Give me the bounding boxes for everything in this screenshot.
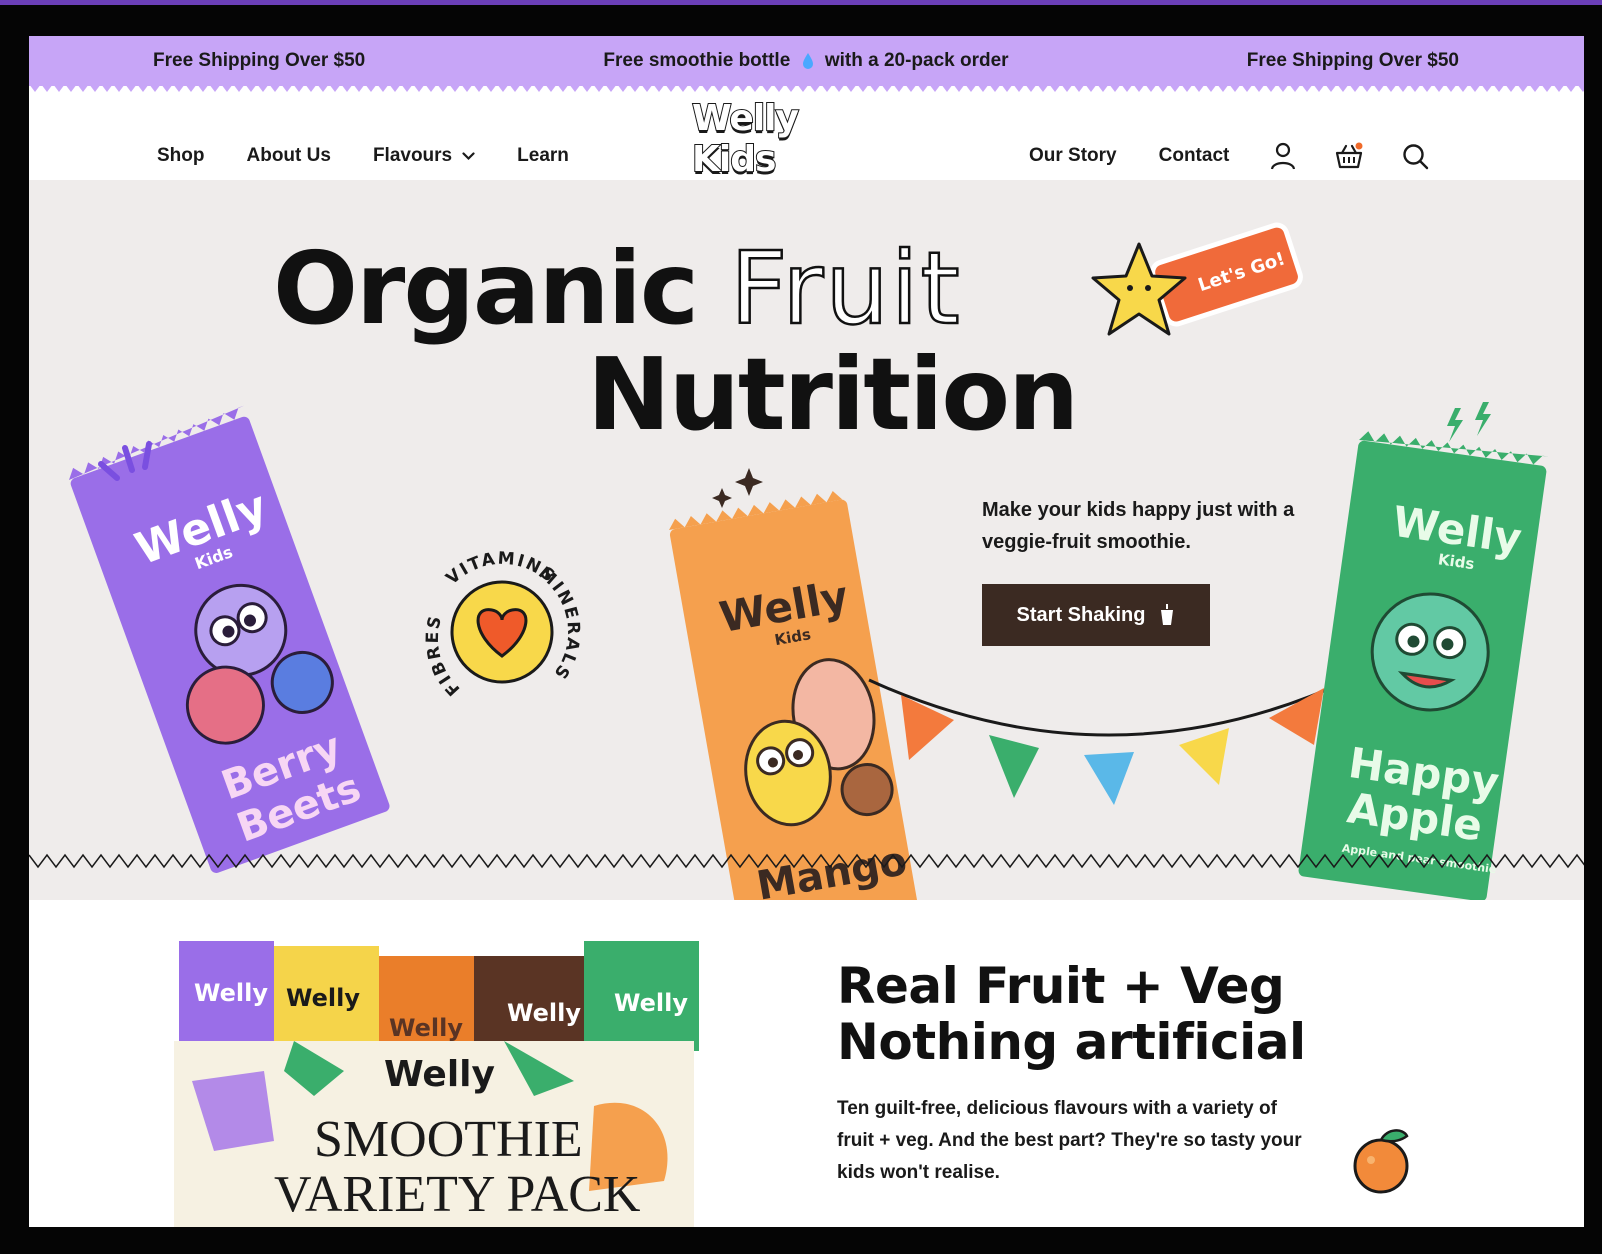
product-pack-mango: Welly Kids Mango (669, 490, 919, 900)
product-pack-happy-apple: Welly Kids Happy Apple Apple and pear sm… (1298, 431, 1549, 900)
nav-shop-label: Shop (157, 145, 205, 166)
sachet-label-2: Welly (286, 984, 360, 1012)
nav-about-label: About Us (246, 145, 331, 166)
account-button[interactable] (1270, 142, 1296, 170)
nav-learn-label: Learn (517, 145, 569, 166)
nav-our-story-label: Our Story (1029, 145, 1117, 166)
lightning-icons (1447, 402, 1491, 442)
section-copy: Ten guilt-free, delicious flavours with … (837, 1098, 1302, 1183)
sachet-label-3: Welly (389, 1014, 463, 1042)
pack-brand: Welly (384, 1054, 495, 1095)
cart-button[interactable] (1334, 142, 1364, 170)
sachet-label-5: Welly (614, 989, 688, 1017)
nav-our-story[interactable]: Our Story (1029, 145, 1117, 167)
variety-pack-illustration: Welly Welly Welly Welly Welly Welly SMOO… (174, 941, 699, 1227)
announcement-center-text-2: with a 20-pack order (824, 50, 1009, 71)
sachet-label-1: Welly (194, 979, 268, 1007)
hero-title-fruit: Fruit (729, 229, 962, 349)
hero-title-line-2: Nutrition (587, 336, 1079, 453)
pack-title-2: VARIETY PACK (274, 1166, 641, 1223)
bunting-flags (868, 678, 1350, 805)
cart-icon (1335, 142, 1363, 169)
orange-fruit-icon (1353, 1129, 1409, 1194)
sparkle-stars-dark (712, 468, 763, 508)
browser-top-edge (0, 0, 1602, 5)
search-icon (1403, 143, 1429, 169)
brand-logo[interactable]: Welly Kids (691, 97, 887, 181)
nav-about-us[interactable]: About Us (247, 145, 331, 167)
nav-flavours-label: Flavours (372, 145, 453, 166)
announcement-bar: Free Shipping Over $50 Free smoothie bot… (29, 36, 1584, 86)
start-shaking-button[interactable]: Start Shaking (982, 584, 1210, 646)
nav-contact[interactable]: Contact (1159, 145, 1230, 167)
page: Free Shipping Over $50 Free smoothie bot… (29, 36, 1584, 1227)
pack-title-1: SMOOTHIE (314, 1111, 583, 1168)
lets-go-sticker: Let's Go! (1150, 222, 1303, 327)
nav-flavours-dropdown[interactable]: Flavours (373, 145, 475, 167)
hero-zigzag-divider (29, 853, 1584, 869)
section-title-line-1: Real Fruit + Veg (837, 957, 1285, 1015)
vitamins-badge: VITAMINS MINERALS FIBRES (423, 549, 581, 700)
hero-title-organic: Organic (273, 230, 699, 347)
sachet-label-4: Welly (507, 999, 581, 1027)
section-title: Real Fruit + Veg Nothing artificial (837, 958, 1306, 1070)
nav-shop[interactable]: Shop (157, 145, 205, 167)
water-drop-icon (802, 52, 813, 69)
search-button[interactable] (1402, 143, 1429, 170)
announcement-left: Free Shipping Over $50 (153, 50, 366, 71)
nav-contact-label: Contact (1158, 145, 1230, 166)
announcement-right: Free Shipping Over $50 (1246, 50, 1459, 71)
chevron-down-icon (462, 151, 475, 160)
announcement-zigzag-edge (29, 84, 1584, 92)
announcement-center: Free smoothie bottle with a 20-pack orde… (603, 50, 1008, 72)
user-icon (1270, 142, 1296, 170)
logo-text: Welly Kids (691, 97, 800, 181)
announcement-center-text: Free smoothie bottle (603, 50, 791, 71)
hero-section: Welly Kids Berry Beets VITAMINS MINERALS… (29, 180, 1584, 900)
shaker-cup-icon (1161, 604, 1174, 625)
section-title-line-2: Nothing artificial (837, 1013, 1306, 1071)
hero-copy: Make your kids happy just with a veggie-… (982, 499, 1295, 553)
hero-title-line-1: Organic Fruit (273, 229, 962, 349)
cta-label: Start Shaking (1016, 603, 1146, 626)
nav-learn[interactable]: Learn (517, 145, 569, 167)
